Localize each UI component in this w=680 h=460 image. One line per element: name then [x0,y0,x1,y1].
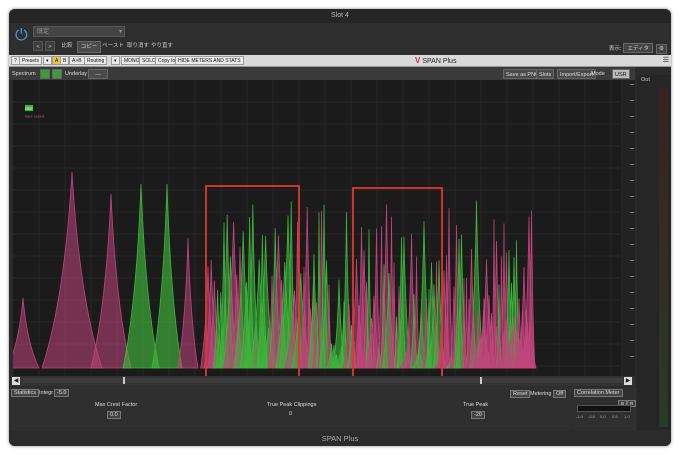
db-scale-tick [630,292,634,293]
chevron-down-icon: ▾ [118,29,122,35]
output-meter: Out [637,75,671,430]
metering-label: Metering [530,391,552,397]
true-peak-value: -20 [471,411,485,419]
logo-text: SPAN Plus [422,58,457,65]
db-scale-tick [630,164,634,165]
slots-button[interactable]: Slots [536,68,555,79]
db-scale-tick [630,228,634,229]
integr-value[interactable]: -5.0 [54,389,70,397]
db-scale-tick [630,260,634,261]
true-peak-label: True Peak [463,402,489,408]
scroll-thumb-right[interactable] [480,377,482,384]
routing-button[interactable]: Routing [84,56,108,65]
mode-label: Mode [591,70,605,77]
frequency-scrollbar[interactable]: ◀ ▶ [11,376,635,386]
db-scale-tick [630,148,634,149]
true-peak-clippings-value: 0 [289,411,293,417]
legend-label-green: REF [25,106,34,111]
output-level-bar [659,87,668,427]
correlation-tick-label: 0.0 [600,414,606,419]
metering-select[interactable]: Off [553,390,567,398]
undo-button[interactable]: 取り消す [127,41,149,51]
spectrum-toggle-2[interactable] [52,68,62,79]
spectrum-plot[interactable]: REF REF MIRR [13,80,621,376]
reset-button[interactable]: Reset [510,390,531,398]
db-scale-tick [630,244,634,245]
db-scale-tick [630,100,634,101]
routing-chevron-icon[interactable]: ▾ [111,56,120,65]
b-button[interactable]: B [60,56,70,65]
plugin-toolbar: ? Presets ▾ A B A>B Routing ▾ MONO SOLO … [9,55,671,67]
db-scale [621,80,635,376]
view-control: 表示: エディタ ⚙ [609,43,667,54]
scroll-right-icon[interactable]: ▶ [624,377,632,385]
spectrum-svg: REF REF MIRR [13,80,621,376]
a-to-b-button[interactable]: A>B [69,56,85,65]
correlation-bar [577,405,631,412]
legend-label-pink: REF MIRR [25,114,44,119]
forward-button[interactable]: > [45,41,55,51]
scroll-thumb-left[interactable] [123,377,125,384]
correlation-tick-label: -1.0 [576,414,583,419]
db-scale-tick [630,212,634,213]
hide-meters-button[interactable]: HIDE METERS AND STATS [175,56,244,65]
db-scale-tick [630,116,634,117]
max-crest-factor-value: 0.0 [107,411,121,419]
correlation-title: Correlation Meter [574,389,623,397]
paste-button[interactable]: ペースト [101,41,125,51]
db-scale-tick [630,276,634,277]
statistics-button[interactable]: Statistics [11,389,40,397]
back-button[interactable]: < [33,41,43,51]
voxengo-logo-icon: V [415,56,421,65]
footer-title: SPAN Plus [9,431,671,446]
db-scale-tick [630,196,634,197]
view-select[interactable]: エディタ [623,43,653,53]
out-label: Out [641,77,650,83]
spectrum-label: Spectrum [12,70,36,77]
correlation-tick-label: -0.5 [588,414,595,419]
correlation-tick-label: 0.5 [612,414,618,419]
correlation-meter: Correlation Meter B R -1.0 -0.5 0.0 0.5 1.0 [572,387,637,431]
power-icon[interactable]: ⏻ [15,27,31,45]
plugin-window: Slot 4 ⏻ 既定 ▾ < > 比較 コピー ペースト 取り消す やり直す … [9,9,671,446]
db-scale-tick [630,356,634,357]
max-crest-factor-label: Max Crest Factor [95,402,138,408]
underlay-select[interactable]: — [88,68,108,79]
preset-value: 既定 [37,29,50,35]
db-scale-tick [630,132,634,133]
true-peak-clippings-label: True Peak Clippings [267,402,317,408]
redo-button[interactable]: やり直す [151,41,173,51]
db-scale-tick [630,308,634,309]
underlay-label: Underlay [65,70,88,77]
db-scale-tick [630,340,634,341]
scroll-track[interactable] [23,378,623,383]
db-scale-tick [630,84,634,85]
db-scale-tick [630,324,634,325]
correlation-tick-label: 1.0 [624,414,630,419]
copy-button[interactable]: コピー [77,41,101,53]
view-label: 表示: [608,46,622,52]
link-icon[interactable]: ⚙ [656,44,667,54]
statistics-panel: Statistics Integr -5.0 Max Crest Factor … [9,387,571,431]
integr-label: Integr [39,390,54,396]
scroll-left-icon[interactable]: ◀ [12,377,20,385]
compare-button[interactable]: 比較 [59,41,75,51]
spectrum-bar: Spectrum Underlay — Save as PNG Slots Im… [9,67,635,80]
mode-select[interactable]: USR [612,68,630,79]
spectrum-toggle-1[interactable] [40,68,50,79]
presets-button[interactable]: Presets [19,56,42,65]
window-title: Slot 4 [9,9,671,23]
presets-chevron-icon[interactable]: ▾ [43,56,52,65]
preset-select[interactable]: 既定 ▾ [33,26,125,37]
menu-icon[interactable]: ☰ [663,56,669,65]
db-scale-tick [630,180,634,181]
span-plus-logo: V SPAN Plus [415,55,456,66]
